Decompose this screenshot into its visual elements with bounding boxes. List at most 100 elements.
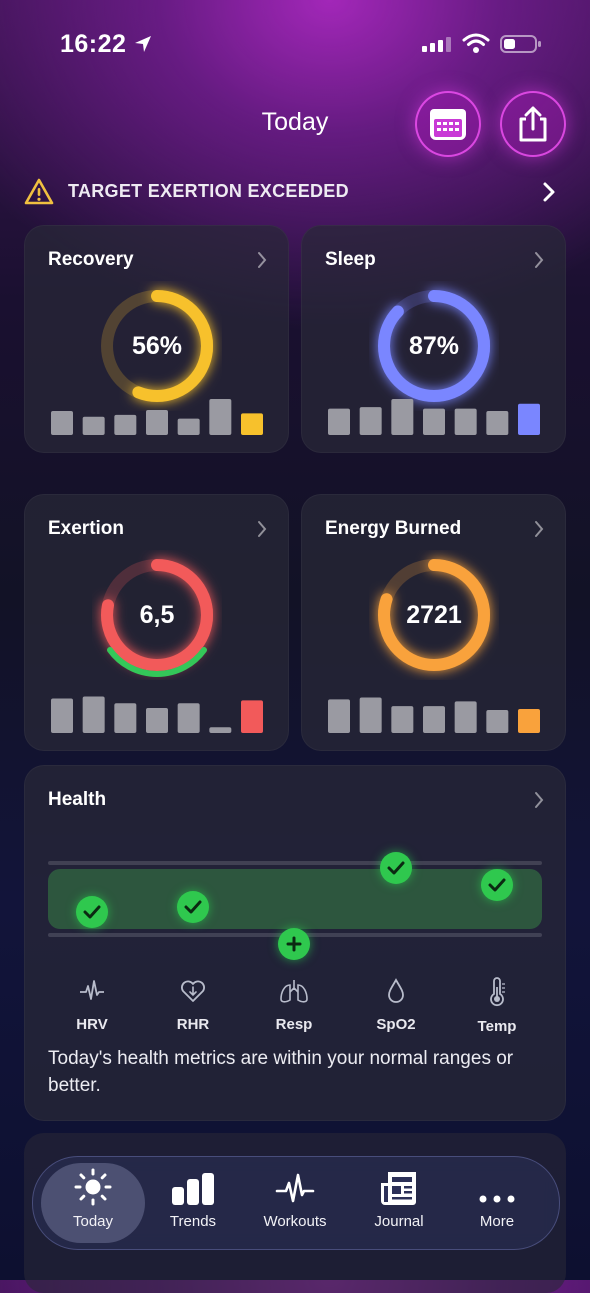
metric-temp: Temp	[457, 977, 537, 1035]
energy-day-bar	[328, 699, 350, 733]
exertion-card[interactable]: Exertion 6,5	[24, 494, 289, 751]
resp-status-plus-icon	[278, 928, 310, 960]
exertion-day-bar	[241, 700, 263, 733]
exertion-weekly-bars	[51, 696, 263, 733]
exertion-day-bar	[51, 698, 73, 733]
sleep-card[interactable]: Sleep 87%	[301, 225, 566, 453]
sleep-day-bar	[328, 408, 350, 435]
sleep-day-bar	[359, 407, 382, 435]
chevron-right-icon	[258, 252, 267, 268]
spo2-status-check-icon	[380, 852, 412, 884]
newspaper-icon	[381, 1172, 416, 1205]
chevron-right-icon	[535, 792, 544, 808]
normal-range-band	[48, 869, 542, 929]
sun-icon	[74, 1168, 112, 1206]
calendar-icon	[430, 109, 466, 140]
lungs-icon	[280, 980, 308, 1003]
metric-resp: Resp	[254, 977, 334, 1033]
metric-rhr: RHR	[153, 977, 233, 1033]
range-upper-line	[48, 861, 542, 865]
sleep-day-bar	[518, 403, 540, 435]
location-arrow-icon	[135, 36, 151, 52]
energy-weekly-bars	[328, 697, 540, 733]
card-title: Health	[48, 789, 107, 810]
droplet-icon	[388, 978, 404, 1003]
exertion-day-bar	[146, 708, 168, 733]
heart-down-icon	[181, 980, 205, 1002]
share-icon	[519, 106, 547, 142]
health-card[interactable]: Health HRV RHR Resp SpO2 Temp Today's he…	[24, 765, 566, 1121]
sleep-day-bar	[423, 408, 445, 435]
tab-label: Trends	[169, 1213, 217, 1230]
battery-icon	[500, 35, 541, 53]
card-title: Sleep	[325, 249, 376, 270]
energy-day-bar	[486, 709, 509, 733]
exertion-day-bar	[177, 703, 200, 733]
temp-status-check-icon	[481, 869, 513, 901]
chevron-right-icon	[543, 182, 555, 202]
energy-burned-card[interactable]: Energy Burned 2721	[301, 494, 566, 751]
health-summary-text: Today's health metrics are within your n…	[48, 1048, 514, 1096]
recovery-day-bar	[241, 413, 263, 435]
tab-journal[interactable]: Journal	[347, 1163, 451, 1243]
energy-day-bar	[359, 697, 382, 733]
metric-hrv: HRV	[52, 977, 132, 1033]
heartbeat-wave-icon	[80, 980, 104, 1000]
ellipsis-icon	[479, 1195, 515, 1203]
card-title: Exertion	[48, 518, 125, 539]
tab-label: More	[479, 1213, 515, 1230]
energy-day-bar	[423, 706, 445, 733]
metric-label: Temp	[477, 1018, 517, 1035]
sleep-day-bar	[391, 399, 414, 435]
tab-more[interactable]: More	[445, 1163, 549, 1243]
hrv-status-check-icon	[76, 896, 108, 928]
metric-label: RHR	[176, 1016, 210, 1033]
energy-day-bar	[518, 709, 540, 733]
metric-spo2: SpO2	[356, 977, 436, 1033]
header: Today	[0, 91, 590, 157]
tab-label: Today	[72, 1213, 114, 1230]
exertion-day-bar	[114, 703, 137, 733]
energy-value: 2721	[406, 600, 462, 629]
calendar-button[interactable]	[415, 91, 481, 157]
recovery-weekly-bars	[51, 399, 263, 435]
metric-label: HRV	[76, 1016, 108, 1033]
wifi-icon	[462, 33, 490, 53]
energy-ring: 2721	[369, 550, 499, 680]
chevron-right-icon	[535, 521, 544, 537]
status-time: 16:22	[60, 30, 127, 58]
tab-trends[interactable]: Trends	[141, 1163, 245, 1243]
metric-label: SpO2	[376, 1016, 416, 1033]
chevron-right-icon	[258, 521, 267, 537]
tab-workouts[interactable]: Workouts	[243, 1163, 347, 1243]
cellular-signal-icon	[422, 37, 451, 52]
recovery-day-bar	[82, 416, 105, 435]
pulse-icon	[275, 1173, 315, 1203]
alert-text: TARGET EXERTION EXCEEDED	[68, 181, 349, 201]
recovery-day-bar	[209, 399, 232, 435]
exertion-day-bar	[209, 727, 232, 733]
exertion-ring: 6,5	[92, 550, 222, 680]
exertion-day-bar	[82, 696, 105, 733]
sleep-day-bar	[454, 408, 477, 435]
energy-day-bar	[391, 706, 414, 733]
share-button[interactable]	[500, 91, 566, 157]
thermometer-icon	[490, 977, 505, 1007]
recovery-day-bar	[146, 410, 168, 435]
exertion-value: 6,5	[139, 600, 175, 629]
tab-label: Journal	[374, 1213, 424, 1230]
bar-chart-icon	[172, 1173, 214, 1205]
status-bar: 16:22	[0, 28, 590, 62]
recovery-day-bar	[114, 414, 137, 435]
metric-label: Resp	[275, 1016, 313, 1033]
tab-today[interactable]: Today	[41, 1163, 145, 1243]
sleep-day-bar	[486, 411, 509, 435]
recovery-card[interactable]: Recovery 56%	[24, 225, 289, 453]
target-exertion-alert[interactable]: TARGET EXERTION EXCEEDED	[24, 176, 566, 208]
tab-label: Workouts	[263, 1213, 327, 1230]
chevron-right-icon	[535, 252, 544, 268]
recovery-day-bar	[51, 411, 73, 435]
card-title: Recovery	[48, 249, 134, 270]
rhr-status-check-icon	[177, 891, 209, 923]
sleep-weekly-bars	[328, 399, 540, 435]
